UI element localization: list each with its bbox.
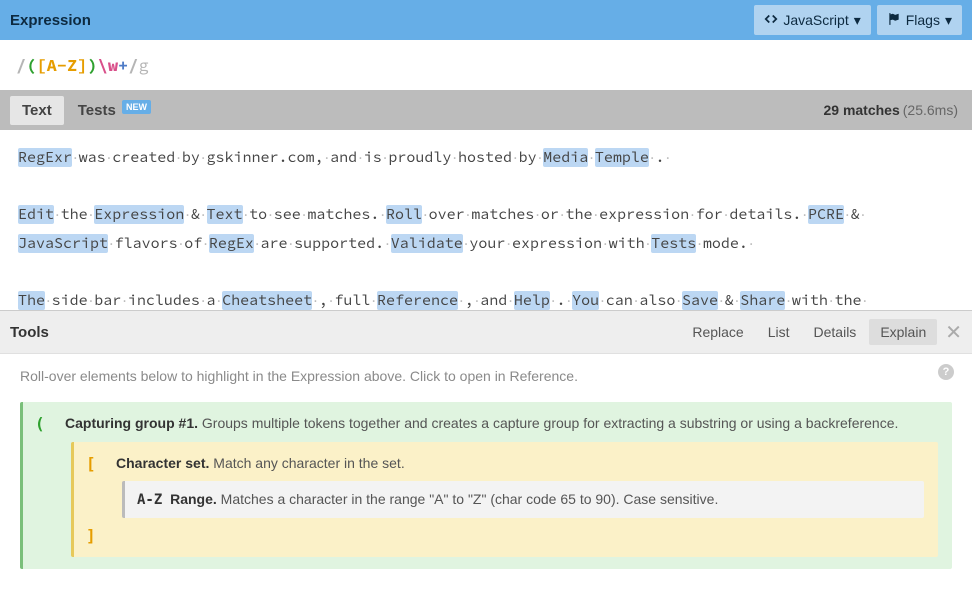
test-text[interactable]: RegExr·was·created·by·gskinner.com,·and·… (0, 130, 972, 310)
tool-tab-explain[interactable]: Explain (869, 319, 937, 345)
regex-escape: \w (98, 54, 118, 76)
explain-group-block[interactable]: ( Capturing group #1. Groups multiple to… (20, 402, 952, 569)
flags-button[interactable]: Flags ▾ (877, 5, 962, 35)
regex-charset-open: [ (36, 54, 46, 76)
flag-icon (887, 12, 901, 29)
regex-charset-close: ] (77, 54, 87, 76)
regex-group-open: ( (26, 54, 36, 76)
text-tabbar: Text Tests NEW 29 matches (25.6ms) (0, 90, 972, 130)
expression-header: Expression JavaScript ▾ Flags ▾ (0, 0, 972, 40)
regex-flags: g (138, 54, 148, 76)
flags-label: Flags (906, 12, 940, 28)
regex-open-delim: / (16, 54, 26, 76)
charset-desc: Match any character in the set. (213, 455, 404, 471)
help-icon[interactable]: ? (938, 364, 954, 380)
tab-tests-label: Tests (78, 102, 116, 119)
tool-tab-list[interactable]: List (757, 319, 801, 345)
new-badge: NEW (122, 100, 151, 114)
tool-tab-replace[interactable]: Replace (681, 319, 754, 345)
tab-text[interactable]: Text (10, 96, 64, 125)
regex-group-close: ) (87, 54, 97, 76)
match-time: (25.6ms) (903, 102, 958, 118)
regex-close-delim: / (128, 54, 138, 76)
explain-range-block[interactable]: A-Z Range. Matches a character in the ra… (122, 481, 924, 518)
tab-tests[interactable]: Tests NEW (66, 96, 163, 125)
explain-hint: Roll-over elements below to highlight in… (20, 368, 952, 384)
range-desc: Matches a character in the range "A" to … (221, 491, 719, 507)
flavor-button[interactable]: JavaScript ▾ (754, 5, 870, 35)
charset-open-symbol: [ (86, 454, 116, 473)
group-title: Capturing group #1. (65, 415, 198, 431)
tools-header: Tools Replace List Details Explain ✕ (0, 310, 972, 354)
caret-down-icon: ▾ (854, 12, 861, 29)
regex-quantifier: + (118, 54, 128, 76)
match-count: 29 matches (823, 102, 899, 118)
charset-title: Character set. (116, 455, 209, 471)
flavor-label: JavaScript (783, 12, 848, 28)
explain-charset-block[interactable]: [ Character set. Match any character in … (71, 442, 938, 558)
range-title: Range. (170, 491, 217, 507)
explain-panel: ? Roll-over elements below to highlight … (0, 354, 972, 569)
group-desc: Groups multiple tokens together and crea… (202, 415, 899, 431)
tools-title: Tools (10, 324, 679, 341)
code-icon (764, 12, 778, 29)
group-open-symbol: ( (35, 414, 65, 433)
range-text: A-Z (137, 492, 162, 508)
expression-title: Expression (10, 12, 748, 29)
charset-close-symbol: ] (86, 526, 116, 545)
caret-down-icon: ▾ (945, 12, 952, 29)
tool-tab-details[interactable]: Details (803, 319, 868, 345)
close-icon[interactable]: ✕ (945, 320, 962, 345)
expression-input[interactable]: / ( [ A-Z ] ) \w + / g (0, 40, 972, 90)
regex-range: A-Z (47, 54, 78, 76)
